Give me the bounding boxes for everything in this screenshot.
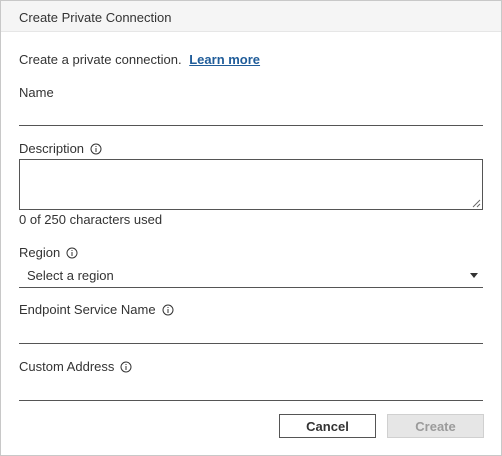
endpoint-service-name-input[interactable] xyxy=(19,320,483,344)
endpoint-service-name-label-text: Endpoint Service Name xyxy=(19,302,156,317)
info-icon[interactable] xyxy=(162,304,174,316)
create-private-connection-dialog: Create Private Connection Create a priva… xyxy=(0,0,502,456)
description-label: Description xyxy=(19,141,102,156)
region-label-text: Region xyxy=(19,245,61,260)
info-icon[interactable] xyxy=(90,143,102,155)
learn-more-link[interactable]: Learn more xyxy=(189,52,260,67)
cancel-button[interactable]: Cancel xyxy=(279,414,376,438)
region-label: Region xyxy=(19,245,78,260)
description-label-text: Description xyxy=(19,141,85,156)
caret-down-icon xyxy=(470,273,478,278)
info-icon[interactable] xyxy=(66,247,78,259)
create-button[interactable]: Create xyxy=(387,414,484,438)
description-textarea[interactable] xyxy=(19,159,483,210)
custom-address-input[interactable] xyxy=(19,377,483,401)
dialog-title: Create Private Connection xyxy=(19,10,172,25)
resize-grip-icon[interactable] xyxy=(471,198,481,208)
name-label: Name xyxy=(19,85,54,100)
dialog-header: Create Private Connection xyxy=(1,1,501,32)
character-counter: 0 of 250 characters used xyxy=(19,212,163,227)
intro-description: Create a private connection. xyxy=(19,52,182,67)
intro-text: Create a private connection. Learn more xyxy=(19,52,260,67)
name-label-text: Name xyxy=(19,85,54,100)
region-selected-value: Select a region xyxy=(27,268,114,283)
info-icon[interactable] xyxy=(120,361,132,373)
name-input[interactable] xyxy=(19,102,483,126)
endpoint-service-name-label: Endpoint Service Name xyxy=(19,302,174,317)
custom-address-label-text: Custom Address xyxy=(19,359,115,374)
region-select[interactable]: Select a region xyxy=(19,263,483,288)
custom-address-label: Custom Address xyxy=(19,359,132,374)
